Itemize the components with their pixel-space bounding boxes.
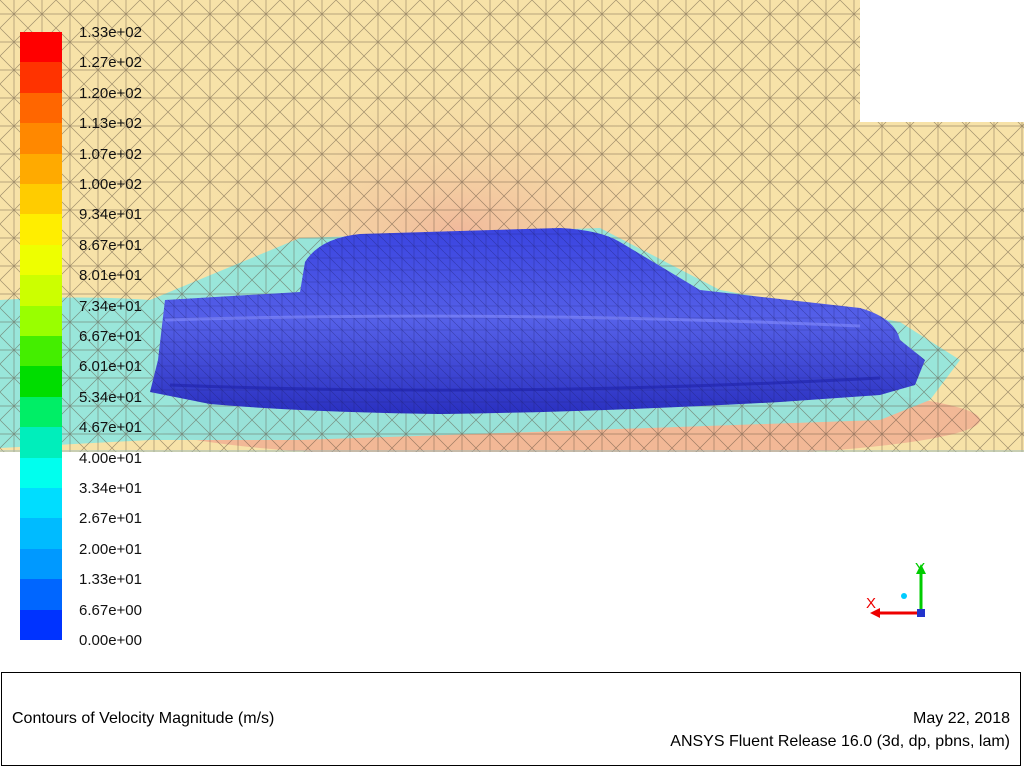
colormap-label: 3.34e+01 — [79, 480, 142, 497]
colormap-label: 8.01e+01 — [79, 267, 142, 285]
plot-title: Contours of Velocity Magnitude (m/s) — [12, 710, 275, 727]
colormap-label: 7.34e+01 — [79, 297, 142, 315]
colormap-segment — [20, 275, 62, 306]
colormap-segment — [20, 366, 62, 397]
colormap-segment — [20, 548, 62, 580]
colormap-segment — [20, 396, 62, 428]
colormap-label: 2.00e+01 — [79, 540, 142, 558]
y-axis-label: Y — [915, 560, 925, 577]
colormap-label: 8.67e+01 — [79, 236, 142, 254]
colormap-label: 1.00e+02 — [79, 176, 142, 193]
colormap-segment — [20, 214, 62, 245]
colormap-label: 1.27e+02 — [79, 54, 142, 72]
graphics-viewport[interactable]: Y X 1.33e+02 1.27e+02 1.20e+02 1.13e+02 1.07… — [0, 0, 1024, 665]
colormap-label: 6.67e+01 — [79, 328, 142, 345]
colormap-label: 0.00e+00 — [79, 632, 142, 649]
origin-marker — [917, 609, 925, 617]
colormap-segment — [20, 518, 62, 549]
colormap-label: 2.67e+01 — [79, 510, 142, 528]
colormap-segment — [20, 244, 62, 276]
colormap-legend — [20, 32, 62, 640]
colormap-segment — [20, 32, 62, 63]
colormap-label: 9.34e+01 — [79, 206, 142, 224]
x-axis-label: X — [866, 595, 876, 612]
colormap-segment — [20, 427, 62, 458]
plot-date: May 22, 2018 — [913, 710, 1010, 727]
colormap-segment — [20, 305, 62, 336]
colormap-label: 6.01e+01 — [79, 358, 142, 376]
colormap-segment — [20, 579, 62, 610]
title-panel: Contours of Velocity Magnitude (m/s) May… — [1, 672, 1021, 766]
colormap-segment — [20, 609, 62, 640]
axes-triad: Y X — [866, 560, 926, 618]
colormap-label: 1.13e+02 — [79, 115, 142, 133]
solver-info: ANSYS Fluent Release 16.0 (3d, dp, pbns,… — [670, 733, 1010, 750]
colormap-segment — [20, 92, 62, 124]
colormap-label: 1.20e+02 — [79, 84, 142, 102]
colormap-segment — [20, 336, 62, 367]
colormap-segment — [20, 457, 62, 488]
colormap-label: 4.00e+01 — [79, 449, 142, 467]
colormap-segment — [20, 488, 62, 519]
colormap-label: 5.34e+01 — [79, 388, 142, 406]
colormap-label: 6.67e+00 — [79, 601, 142, 619]
blank-overlay-box — [860, 0, 1024, 122]
colormap-label: 1.07e+02 — [79, 145, 142, 163]
colormap-segment — [20, 153, 62, 184]
colormap-label: 1.33e+01 — [79, 571, 142, 589]
colormap-segment — [20, 62, 62, 93]
colormap-segment — [20, 123, 62, 154]
colormap-label: 4.67e+01 — [79, 419, 142, 437]
z-axis-marker — [901, 593, 907, 599]
colormap-label: 1.33e+02 — [79, 24, 142, 41]
colormap-segment — [20, 184, 62, 215]
